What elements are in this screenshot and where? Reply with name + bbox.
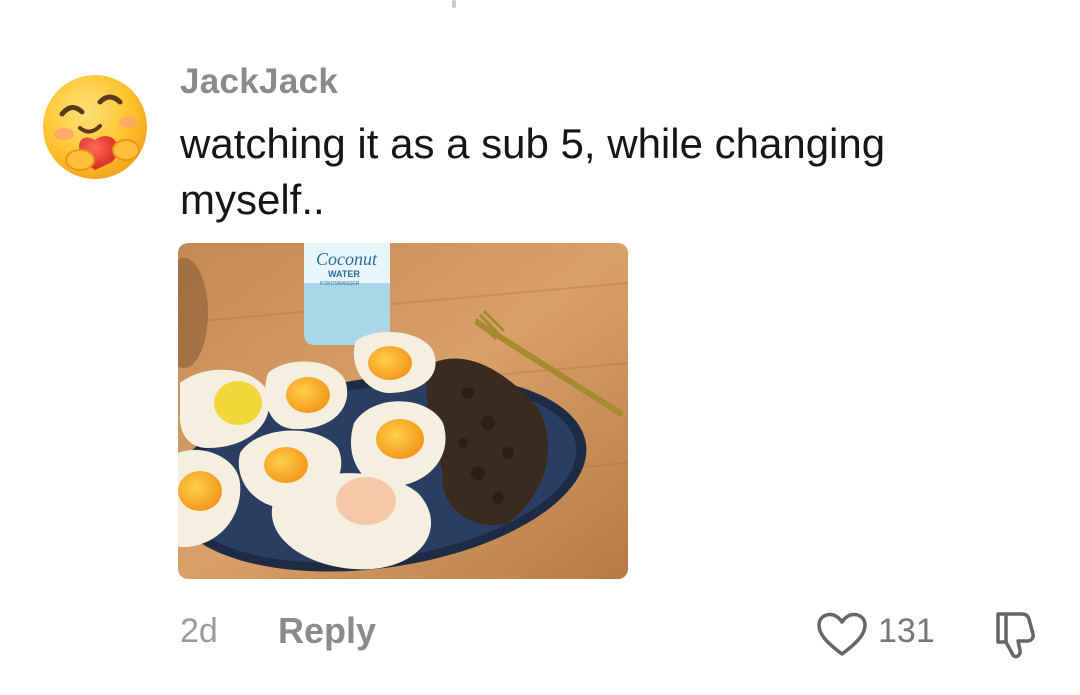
food-photo-illustration: Coconut WATER KOKOSWASSER (178, 243, 628, 579)
dislike-button[interactable] (988, 606, 1044, 662)
heart-outline-icon (817, 612, 867, 656)
hug-emoji-icon (43, 75, 147, 179)
bottle-brand-text: Coconut (316, 249, 378, 269)
comment-username[interactable]: JackJack (180, 62, 338, 102)
bottle-label-text: WATER (328, 269, 360, 279)
reply-button[interactable]: Reply (278, 610, 376, 652)
comment-text: watching it as a sub 5, while changing m… (180, 120, 886, 223)
comment-image[interactable]: Coconut WATER KOKOSWASSER (178, 243, 628, 579)
like-count: 131 (878, 612, 935, 650)
avatar[interactable] (40, 72, 150, 182)
scroll-divider (452, 0, 456, 8)
like-button[interactable] (816, 612, 868, 658)
comment-timestamp: 2d (180, 612, 218, 650)
thumbs-down-icon (996, 612, 1035, 659)
bottle-sublabel-text: KOKOSWASSER (320, 281, 360, 287)
